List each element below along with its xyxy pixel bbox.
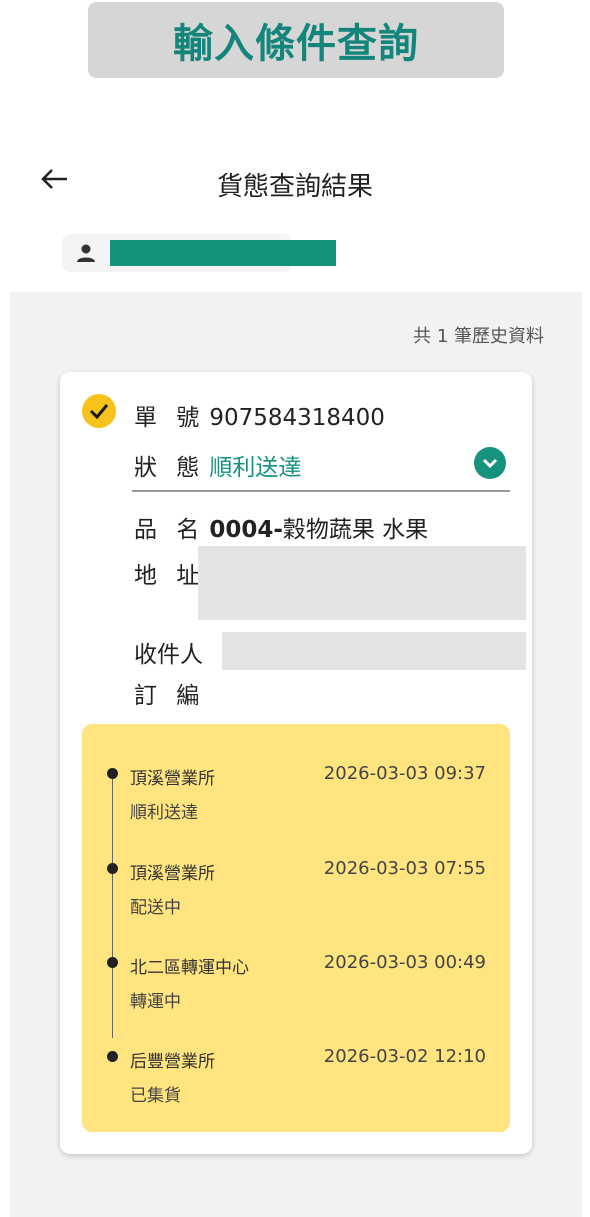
timeline-location: 頂溪營業所 [130, 864, 215, 884]
status-row: 狀 態順利送達 [134, 448, 301, 482]
timeline-status: 順利送達 [130, 803, 198, 823]
product-row: 品 名 0004-穀物蔬果 水果 [134, 510, 428, 544]
order-number-row: 單 號 907584318400 [134, 398, 385, 432]
timeline-dot [107, 768, 118, 779]
divider [132, 490, 510, 492]
user-icon [77, 244, 95, 262]
timeline-dot [107, 1051, 118, 1062]
record-count: 共 1 筆歷史資料 [413, 326, 544, 347]
timeline-time: 2026-03-03 00:49 [323, 952, 486, 973]
order-ref-label: 訂 編 [134, 683, 206, 709]
order-number-value: 907584318400 [209, 405, 385, 431]
timeline-time: 2026-03-03 09:37 [323, 763, 486, 784]
user-chip [62, 234, 336, 272]
timeline-connector [112, 774, 113, 1038]
timeline-dot [107, 863, 118, 874]
expand-details-button[interactable] [474, 447, 506, 479]
order-number-label: 單 號 [134, 405, 206, 431]
timeline-status: 配送中 [130, 898, 181, 918]
timeline-location: 后豐營業所 [130, 1052, 215, 1072]
redacted-user-name [110, 240, 336, 266]
address-label: 地 址 [134, 563, 206, 589]
redacted-recipient [222, 632, 526, 670]
order-ref-row: 訂 編 [134, 676, 209, 710]
product-name: 穀物蔬果 水果 [282, 517, 429, 543]
timeline-time: 2026-03-03 07:55 [323, 858, 486, 879]
page-title: 貨態查詢結果 [216, 172, 373, 202]
chevron-down-icon [482, 458, 498, 469]
recipient-label: 收件人 [134, 642, 203, 668]
timeline-status: 已集貨 [130, 1086, 181, 1106]
timeline-location: 北二區轉運中心 [130, 958, 249, 978]
redacted-address [198, 546, 526, 620]
timeline-dot [107, 957, 118, 968]
timeline-status: 轉運中 [130, 992, 181, 1012]
query-conditions-banner[interactable]: 輸入條件查詢 [88, 2, 504, 78]
product-label: 品 名 [134, 517, 206, 543]
recipient-row: 收件人 [134, 635, 203, 669]
timeline-time: 2026-03-02 12:10 [323, 1046, 486, 1067]
product-code: 0004- [209, 517, 283, 543]
banner-label: 輸入條件查詢 [173, 21, 419, 67]
check-icon [82, 394, 116, 428]
status-label: 狀 態 [134, 455, 206, 481]
timeline-location: 頂溪營業所 [130, 769, 215, 789]
status-value: 順利送達 [209, 455, 302, 481]
